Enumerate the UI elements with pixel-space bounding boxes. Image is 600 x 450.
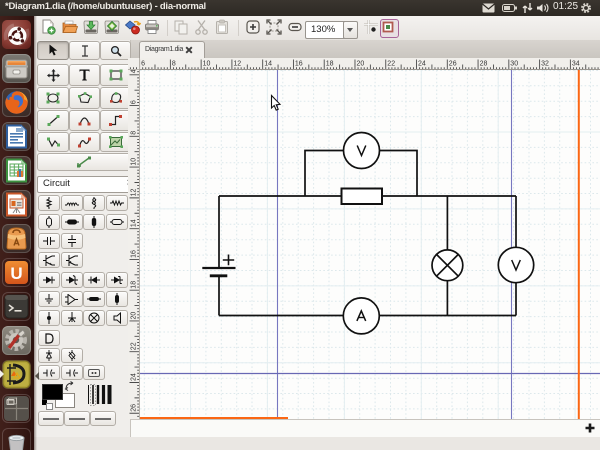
svg-text:26: 26: [131, 404, 138, 412]
svg-text:18: 18: [131, 281, 138, 289]
svg-text:20: 20: [357, 61, 365, 68]
svg-text:16: 16: [295, 61, 303, 68]
svg-text:6: 6: [141, 61, 145, 68]
svg-text:28: 28: [480, 61, 488, 68]
svg-text:22: 22: [131, 342, 138, 350]
svg-text:32: 32: [541, 61, 549, 68]
svg-text:30: 30: [510, 61, 518, 68]
svg-text:8: 8: [172, 61, 176, 68]
svg-text:18: 18: [326, 61, 334, 68]
svg-text:22: 22: [387, 61, 395, 68]
svg-text:14: 14: [264, 61, 272, 68]
svg-text:16: 16: [131, 250, 138, 258]
svg-text:26: 26: [449, 61, 457, 68]
svg-text:12: 12: [131, 189, 138, 197]
svg-text:U: U: [10, 264, 22, 283]
svg-text:12: 12: [233, 61, 241, 68]
svg-text:8: 8: [131, 131, 138, 135]
svg-text:6: 6: [131, 100, 138, 104]
svg-text:10: 10: [203, 61, 211, 68]
svg-text:20: 20: [131, 312, 138, 320]
svg-text:34: 34: [572, 61, 580, 68]
svg-text:24: 24: [131, 373, 138, 381]
svg-text:14: 14: [131, 219, 138, 227]
svg-text:24: 24: [418, 61, 426, 68]
svg-text:10: 10: [131, 158, 138, 166]
